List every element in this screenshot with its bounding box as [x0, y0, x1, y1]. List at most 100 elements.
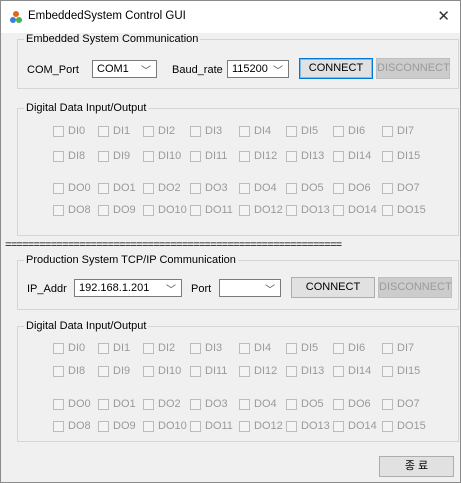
checkbox-box[interactable]	[382, 126, 393, 137]
checkbox-label: DI7	[397, 342, 415, 354]
checkbox-box[interactable]	[190, 343, 201, 354]
checkbox-label: DI5	[301, 342, 319, 354]
checkbox-box[interactable]	[333, 205, 344, 216]
checkbox-io2-do7[interactable]: DO7	[382, 398, 442, 412]
checkbox-box[interactable]	[239, 366, 250, 377]
checkbox-box[interactable]	[98, 421, 109, 432]
checkbox-box[interactable]	[98, 151, 109, 162]
checkbox-box[interactable]	[239, 343, 250, 354]
checkbox-box[interactable]	[98, 343, 109, 354]
checkbox-box[interactable]	[53, 399, 64, 410]
ip-addr-select[interactable]: 192.168.1.201 ﹀	[74, 279, 182, 297]
checkbox-box[interactable]	[333, 183, 344, 194]
close-icon[interactable]: ✕	[437, 7, 450, 25]
checkbox-box[interactable]	[382, 343, 393, 354]
checkbox-box[interactable]	[286, 399, 297, 410]
checkbox-box[interactable]	[333, 366, 344, 377]
checkbox-box[interactable]	[190, 399, 201, 410]
checkbox-box[interactable]	[53, 183, 64, 194]
checkbox-box[interactable]	[333, 151, 344, 162]
checkbox-box[interactable]	[98, 126, 109, 137]
checkbox-box[interactable]	[98, 399, 109, 410]
checkbox-box[interactable]	[190, 151, 201, 162]
checkbox-label: DO2	[158, 398, 181, 410]
checkbox-io1-do7[interactable]: DO7	[382, 182, 442, 196]
checkbox-box[interactable]	[333, 421, 344, 432]
checkbox-box[interactable]	[143, 399, 154, 410]
checkbox-box[interactable]	[382, 151, 393, 162]
checkbox-box[interactable]	[143, 343, 154, 354]
checkbox-box[interactable]	[286, 421, 297, 432]
checkbox-box[interactable]	[53, 366, 64, 377]
checkbox-box[interactable]	[286, 151, 297, 162]
checkbox-box[interactable]	[190, 126, 201, 137]
exit-button[interactable]: 종 료	[379, 456, 454, 477]
checkbox-label: DO8	[68, 204, 91, 216]
checkbox-box[interactable]	[286, 126, 297, 137]
checkbox-box[interactable]	[239, 183, 250, 194]
com-port-value: COM1	[97, 63, 129, 75]
checkbox-box[interactable]	[143, 151, 154, 162]
checkbox-box[interactable]	[286, 366, 297, 377]
checkbox-box[interactable]	[286, 343, 297, 354]
checkbox-box[interactable]	[143, 183, 154, 194]
checkbox-box[interactable]	[190, 205, 201, 216]
checkbox-box[interactable]	[239, 421, 250, 432]
baud-rate-select[interactable]: 115200 ﹀	[227, 60, 289, 78]
checkbox-box[interactable]	[382, 205, 393, 216]
embedded-disconnect-button[interactable]: DISCONNECT	[376, 58, 450, 79]
checkbox-box[interactable]	[53, 205, 64, 216]
checkbox-box[interactable]	[333, 399, 344, 410]
checkbox-label: DI15	[397, 365, 421, 377]
checkbox-box[interactable]	[382, 421, 393, 432]
checkbox-box[interactable]	[286, 183, 297, 194]
embedded-connect-button[interactable]: CONNECT	[299, 58, 373, 79]
checkbox-box[interactable]	[143, 366, 154, 377]
checkbox-io1-di15[interactable]: DI15	[382, 150, 442, 164]
production-comm-legend: Production System TCP/IP Communication	[26, 254, 236, 266]
checkbox-io2-di15[interactable]: DI15	[382, 365, 442, 379]
checkbox-box[interactable]	[53, 126, 64, 137]
section-separator: ========================================…	[5, 240, 342, 252]
checkbox-box[interactable]	[53, 421, 64, 432]
checkbox-box[interactable]	[382, 366, 393, 377]
checkbox-box[interactable]	[98, 366, 109, 377]
checkbox-box[interactable]	[333, 343, 344, 354]
checkbox-box[interactable]	[239, 399, 250, 410]
checkbox-label: DI0	[68, 125, 86, 137]
checkbox-box[interactable]	[98, 183, 109, 194]
production-connect-button[interactable]: CONNECT	[291, 277, 375, 298]
checkbox-label: DI10	[158, 365, 182, 377]
checkbox-label: DO15	[397, 204, 426, 216]
checkbox-io1-di7[interactable]: DI7	[382, 125, 442, 139]
checkbox-label: DO10	[158, 420, 187, 432]
com-port-select[interactable]: COM1 ﹀	[92, 60, 157, 78]
checkbox-label: DO14	[348, 420, 377, 432]
checkbox-box[interactable]	[143, 421, 154, 432]
checkbox-box[interactable]	[382, 399, 393, 410]
checkbox-box[interactable]	[190, 183, 201, 194]
checkbox-label: DO12	[254, 420, 283, 432]
checkbox-box[interactable]	[286, 205, 297, 216]
checkbox-box[interactable]	[190, 421, 201, 432]
production-disconnect-button[interactable]: DISCONNECT	[378, 277, 452, 298]
checkbox-box[interactable]	[382, 183, 393, 194]
checkbox-label: DO5	[301, 182, 324, 194]
checkbox-box[interactable]	[143, 205, 154, 216]
checkbox-box[interactable]	[239, 205, 250, 216]
checkbox-io1-do15[interactable]: DO15	[382, 204, 442, 218]
checkbox-box[interactable]	[53, 343, 64, 354]
checkbox-label: DI5	[301, 125, 319, 137]
port-select[interactable]: ﹀	[219, 279, 281, 297]
checkbox-box[interactable]	[143, 126, 154, 137]
checkbox-box[interactable]	[53, 151, 64, 162]
checkbox-box[interactable]	[98, 205, 109, 216]
checkbox-box[interactable]	[239, 126, 250, 137]
checkbox-label: DI14	[348, 365, 372, 377]
chevron-down-icon: ﹀	[166, 285, 176, 296]
checkbox-box[interactable]	[239, 151, 250, 162]
checkbox-io2-do15[interactable]: DO15	[382, 420, 442, 434]
checkbox-io2-di7[interactable]: DI7	[382, 342, 442, 356]
checkbox-box[interactable]	[190, 366, 201, 377]
checkbox-box[interactable]	[333, 126, 344, 137]
